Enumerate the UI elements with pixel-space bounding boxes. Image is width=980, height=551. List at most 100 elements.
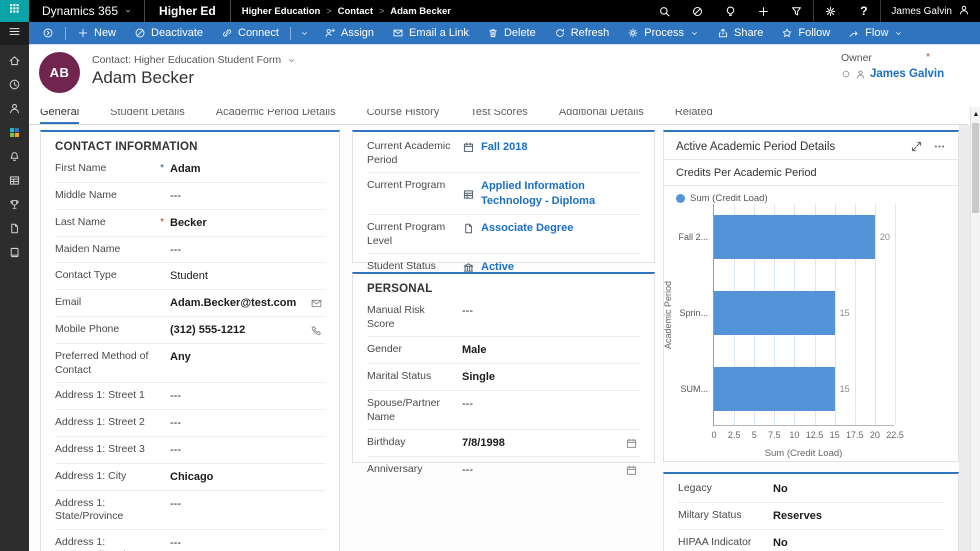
breadcrumb-item[interactable]: Higher Education	[242, 6, 321, 17]
field-value[interactable]: No	[773, 536, 944, 551]
chevron-down-icon	[300, 29, 309, 38]
field-value[interactable]: ---	[170, 189, 325, 204]
slash-circle-icon[interactable]	[681, 0, 714, 22]
cmd-process-button[interactable]: Process	[618, 22, 708, 44]
field-label: Anniversary	[367, 463, 423, 476]
sidebar-dynamics-app-icon[interactable]	[0, 125, 29, 140]
app-name-box[interactable]: Higher Ed	[144, 0, 231, 22]
person-icon	[855, 69, 866, 80]
cmd-refresh-button[interactable]: Refresh	[545, 22, 619, 44]
cmd-flow-button[interactable]: Flow	[839, 22, 912, 44]
phone-icon[interactable]	[310, 324, 325, 337]
form-selector[interactable]: Contact: Higher Education Student Form	[92, 54, 296, 66]
table-icon	[462, 188, 475, 201]
brand-menu[interactable]: Dynamics 365	[42, 4, 132, 18]
app-launcher-waffle-icon[interactable]	[0, 0, 29, 22]
field-row: Address 1: Street 2 ---	[55, 409, 325, 436]
field-value[interactable]: Single	[462, 370, 640, 385]
cmd-delete-button[interactable]: Delete	[478, 22, 545, 44]
field-value[interactable]: (312) 555-1212	[170, 323, 325, 338]
cmd-connect-chevron-button[interactable]	[293, 22, 315, 44]
search-icon[interactable]	[648, 0, 681, 22]
field-value[interactable]: Chicago	[170, 470, 325, 485]
field-value[interactable]: Becker	[170, 216, 325, 231]
sidebar-home-icon[interactable]	[0, 53, 29, 68]
field-value[interactable]: ---	[170, 443, 325, 458]
tab-academic-period-details[interactable]: Academic Period Details	[216, 109, 336, 124]
quick-create-icon[interactable]	[747, 0, 780, 22]
cmd-connect-button[interactable]: Connect	[212, 22, 288, 44]
personal-card: PERSONAL Manual Risk Score --- Gender Male M…	[352, 272, 655, 476]
cmd-record-nav-button[interactable]	[33, 22, 63, 44]
expand-icon[interactable]	[910, 140, 923, 153]
filter-funnel-icon[interactable]	[780, 0, 813, 22]
sidebar-book-icon[interactable]	[0, 245, 29, 260]
field-value[interactable]: ---	[170, 497, 325, 512]
cmd-deactivate-button[interactable]: Deactivate	[125, 22, 212, 44]
sidebar-bell-icon[interactable]	[0, 149, 29, 164]
cmd-follow-button[interactable]: Follow	[772, 22, 839, 44]
sidebar-contact-person-icon[interactable]	[0, 101, 29, 116]
sidebar-recent-clock-icon[interactable]	[0, 77, 29, 92]
calendar-icon[interactable]	[625, 437, 640, 450]
lightbulb-icon[interactable]	[714, 0, 747, 22]
bar-sum-[interactable]	[714, 367, 835, 411]
field-label: Address 1: City	[55, 469, 127, 482]
field-value[interactable]: ---	[170, 536, 325, 551]
breadcrumb-item[interactable]: Adam Becker	[390, 6, 451, 17]
user-menu[interactable]: James Galvin	[881, 4, 980, 19]
field-value[interactable]: Any	[170, 350, 325, 365]
field-value-link[interactable]: Fall 2018	[462, 140, 640, 155]
help-icon[interactable]: ?	[847, 0, 880, 22]
field-label: Address 1: Street 3	[55, 442, 145, 455]
field-value[interactable]: No	[773, 482, 944, 497]
field-label: Miltary Status	[678, 508, 742, 521]
field-value[interactable]: Student	[170, 269, 325, 284]
cmd-email-a-link-button[interactable]: Email a Link	[383, 22, 478, 44]
scrollbar-up-arrow[interactable]: ▲	[972, 111, 980, 119]
tab-additional-details[interactable]: Additional Details	[559, 109, 644, 124]
calendar-icon[interactable]	[625, 464, 640, 477]
field-value[interactable]: Adam.Becker@test.com	[170, 296, 325, 311]
sidebar-document-icon[interactable]	[0, 221, 29, 236]
bar-sprin-[interactable]	[714, 291, 835, 335]
tab-student-details[interactable]: Student Details	[110, 109, 185, 124]
sidebar-grid-table-icon[interactable]	[0, 173, 29, 188]
field-value[interactable]: ---	[462, 463, 640, 478]
sidebar-trophy-icon[interactable]	[0, 197, 29, 212]
field-value-link[interactable]: Associate Degree	[462, 221, 640, 236]
cmd-new-button[interactable]: New	[68, 22, 125, 44]
x-tick-label: 10	[789, 430, 800, 440]
tab-general[interactable]: General	[40, 109, 80, 124]
field-value[interactable]: Reserves	[773, 509, 944, 524]
field-label: Maiden Name	[55, 242, 121, 255]
bar-fall-2-[interactable]	[714, 215, 875, 259]
field-value[interactable]: ---	[462, 304, 640, 319]
field-value[interactable]: ---	[170, 243, 325, 258]
scrollbar-thumb[interactable]	[972, 123, 979, 213]
tab-test-scores[interactable]: Test Scores	[470, 109, 527, 124]
tab-course-history[interactable]: Course History	[367, 109, 440, 124]
chevron-down-icon	[287, 56, 296, 65]
breadcrumb-separator: >	[379, 6, 385, 16]
breadcrumb-item[interactable]: Contact	[338, 6, 373, 17]
email-icon[interactable]	[310, 297, 325, 310]
deactivate-icon	[134, 27, 146, 39]
tab-related[interactable]: Related	[675, 109, 713, 124]
field-value[interactable]: ---	[170, 416, 325, 431]
field-value[interactable]: Adam	[170, 162, 325, 177]
field-value[interactable]: Male	[462, 343, 640, 358]
field-value[interactable]: ---	[170, 389, 325, 404]
sidebar-toggle-button[interactable]	[0, 22, 29, 45]
ellipsis-menu-icon[interactable]	[933, 140, 946, 153]
field-value[interactable]: 7/8/1998	[462, 436, 640, 451]
field-value[interactable]: ---	[462, 397, 640, 412]
cmd-assign-button[interactable]: Assign	[315, 22, 383, 44]
vertical-scrollbar[interactable]: ▲	[970, 107, 980, 551]
settings-gear-icon[interactable]	[814, 0, 847, 22]
x-axis-title: Sum (Credit Load)	[764, 448, 843, 459]
field-value-link[interactable]: Applied Information Technology - Diploma	[462, 179, 640, 209]
owner-value-link[interactable]: James Galvin	[841, 68, 944, 80]
cmd-share-button[interactable]: Share	[708, 22, 772, 44]
active-tab-underline	[559, 122, 644, 124]
